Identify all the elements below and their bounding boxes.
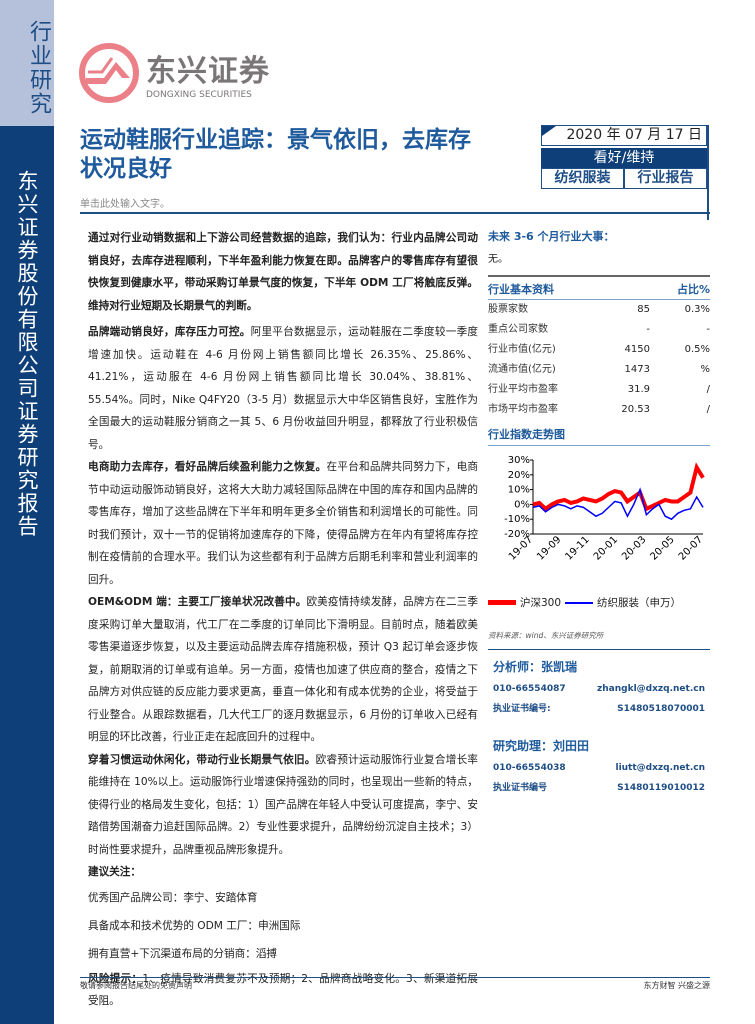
- x-tick-label: 20-03: [620, 534, 648, 562]
- cert-label: 执业证书编号: [493, 783, 548, 793]
- rec-item: 拥有直营+下沉渠道布局的分销商：滔搏: [88, 947, 277, 960]
- table-row: 行业平均市盈率 31.9 /: [488, 380, 710, 400]
- sector-tag: 纺织服装: [542, 169, 625, 188]
- table-cell: 股票家数: [488, 304, 528, 315]
- legend-swatch-textile: [565, 601, 594, 604]
- assistant-email[interactable]: liutt@dxzq.net.cn: [615, 758, 705, 778]
- table-cell: /: [706, 404, 710, 415]
- logo-en: DONGXING SECURITIES: [146, 90, 252, 100]
- assistant-title: 研究助理：刘田田: [493, 739, 590, 753]
- table-cell: 市场平均市盈率: [488, 404, 558, 415]
- table-cell: -: [646, 324, 650, 335]
- y-tick-label: 10%: [508, 485, 530, 496]
- header-box: 2020 年 07 月 17 日 看好/维持 纺织服装 行业报告: [541, 125, 709, 220]
- y-tick-label: -10%: [504, 514, 530, 525]
- report-type-tag: 行业报告: [637, 170, 694, 186]
- table-cell: 31.9: [627, 384, 650, 395]
- rec-heading: 建议关注：: [88, 866, 141, 878]
- table-cell: 4150: [624, 344, 650, 355]
- y-tick-label: 0%: [514, 499, 530, 510]
- footer: 敬请参阅报告结尾处的免责声明 东方财智 兴盛之源: [80, 977, 710, 991]
- table-cell: -: [706, 324, 710, 335]
- table-cell: /: [706, 384, 710, 395]
- table-row: 行业市值(亿元) 4150 0.5%: [488, 340, 710, 360]
- x-tick-label: 19-11: [563, 534, 591, 562]
- analyst-email[interactable]: zhangkl@dxzq.net.cn: [597, 679, 705, 699]
- right-panel: 未来 3-6 个月行业大事： 无。 行业基本资料 占比% 股票家数 85 0.3% 重点…: [488, 228, 710, 798]
- legend-swatch-hs300: [488, 600, 516, 605]
- cert-label: 执业证书编号:: [493, 704, 551, 714]
- sidebar-category: 行业研究: [0, 0, 54, 126]
- date-text: 2020 年 07 月 17 日: [566, 127, 702, 143]
- table-cell: 重点公司家数: [488, 324, 548, 335]
- table-row: 重点公司家数 - -: [488, 320, 710, 340]
- rec-item: 具备成本和技术优势的 ODM 工厂：申洲国际: [88, 919, 301, 932]
- p2-heading: 电商助力去库存，看好品牌后续盈利能力之恢复。: [88, 461, 327, 473]
- subtitle: 单击此处输入文字。: [80, 199, 170, 210]
- table-cell: 85: [637, 304, 650, 315]
- p1-text: 阿里平台数据显示，运动鞋服在二季度较一季度增速加快。运动鞋在 4-6 月份网上销…: [88, 326, 479, 451]
- p3-heading: OEM&ODM 端：主要工厂接单状况改善中。: [88, 596, 307, 608]
- company-logo: 东兴证券 DONGXING SECURITIES: [78, 42, 270, 104]
- table-cell: 1473: [624, 364, 650, 375]
- table-cell: 行业平均市盈率: [488, 384, 558, 395]
- p4-heading: 穿着习惯运动休闲化，带动行业长期景气依旧。: [88, 753, 316, 766]
- series-line-1: [532, 487, 704, 521]
- industry-table: 股票家数 85 0.3% 重点公司家数 - - 行业市值(亿元) 4150 0.5% 流通市值(亿…: [488, 300, 710, 420]
- slogan: 东方财智 兴盛之源: [643, 981, 710, 990]
- events-text: 无。: [488, 254, 508, 265]
- x-tick-label: 20-05: [648, 534, 676, 562]
- p1-heading: 品牌端动销良好，库存压力可控。: [88, 326, 251, 338]
- table-header: 行业基本资料 占比%: [488, 275, 710, 300]
- legend-textile: 纺织服装（申万）: [597, 597, 682, 609]
- logo-emblem-icon: [79, 43, 139, 103]
- chart-title: 行业指数走势图: [488, 426, 710, 446]
- category-label: 行业研究: [26, 20, 51, 116]
- summary: 通过对行业动销数据和上下游公司经营数据的追踪，我们认为：行业内品牌公司动销良好，…: [88, 232, 478, 312]
- assistant-phone: 010-66554038: [493, 763, 566, 773]
- x-tick-label: 20-07: [677, 534, 705, 562]
- table-row: 流通市值(亿元) 1473%: [488, 360, 710, 380]
- table-cell: 流通市值(亿元): [488, 364, 556, 375]
- events-title: 未来 3-6 个月行业大事：: [488, 230, 615, 243]
- assistant-cert: S1480119010012: [617, 783, 705, 793]
- legend-hs300: 沪深300: [520, 597, 562, 609]
- table-cell: %: [700, 364, 710, 375]
- table-cell: 行业市值(亿元): [488, 344, 556, 355]
- rec-item: 优秀国产品牌公司：李宁、安踏体育: [88, 891, 258, 904]
- analyst-phone: 010-66554087: [493, 684, 566, 694]
- table-cell: 20.53: [621, 404, 650, 415]
- report-date: 2020 年 07 月 17 日: [541, 125, 707, 146]
- table-title: 行业基本资料: [488, 283, 554, 296]
- chart-source: 资料来源：wind、东兴证券研究所: [488, 630, 710, 650]
- report-body: 通过对行业动销数据和上下游公司经营数据的追踪，我们认为：行业内品牌公司动销良好，…: [88, 227, 478, 1013]
- x-tick-label: 20-01: [592, 534, 620, 562]
- company-report-label: 东兴证券股份有限公司证券研究报告: [15, 170, 39, 538]
- p3-text: 欧美疫情持续发酵，品牌方在二三季度采购订单大量取消，代工厂在二季度的订单同比下滑…: [88, 596, 478, 743]
- disclaimer-note: 敬请参阅报告结尾处的免责声明: [80, 981, 192, 990]
- table-col: 占比%: [676, 283, 710, 296]
- y-tick-label: 30%: [508, 455, 530, 466]
- table-row: 股票家数 85 0.3%: [488, 300, 710, 320]
- y-tick-label: 20%: [508, 470, 530, 481]
- logo-cn: 东兴证券: [146, 54, 270, 89]
- table-row: 市场平均市盈率 20.53 /: [488, 400, 710, 420]
- analyst-title: 分析师：张凯瑞: [493, 660, 578, 674]
- index-trend-chart: 30%20%10%0%-10%-20%19-07 19-09 19-11 20-01 2…: [504, 455, 705, 563]
- x-tick-label: 19-09: [535, 534, 563, 562]
- chart-legend: 沪深300 纺织服装（申万）: [488, 595, 710, 610]
- analyst-cert: S1480518070001: [617, 704, 705, 714]
- p4-text: 欧睿预计运动服饰行业复合增长率能维持在 10%以上。运动服饰行业增速保持强劲的同…: [88, 753, 479, 856]
- table-cell: 0.3%: [684, 304, 710, 315]
- sidebar-company: 东兴证券股份有限公司证券研究报告: [0, 126, 54, 1024]
- table-cell: 0.5%: [684, 344, 710, 355]
- rating-badge: 看好/维持: [541, 148, 707, 168]
- p2-text: 在平台和品牌共同努力下，电商节中动运动服饰动销良好，这将大大助力减轻国际品牌在中…: [88, 461, 478, 586]
- page-title: 运动鞋服行业追踪：景气依旧，去库存状况良好: [80, 127, 471, 182]
